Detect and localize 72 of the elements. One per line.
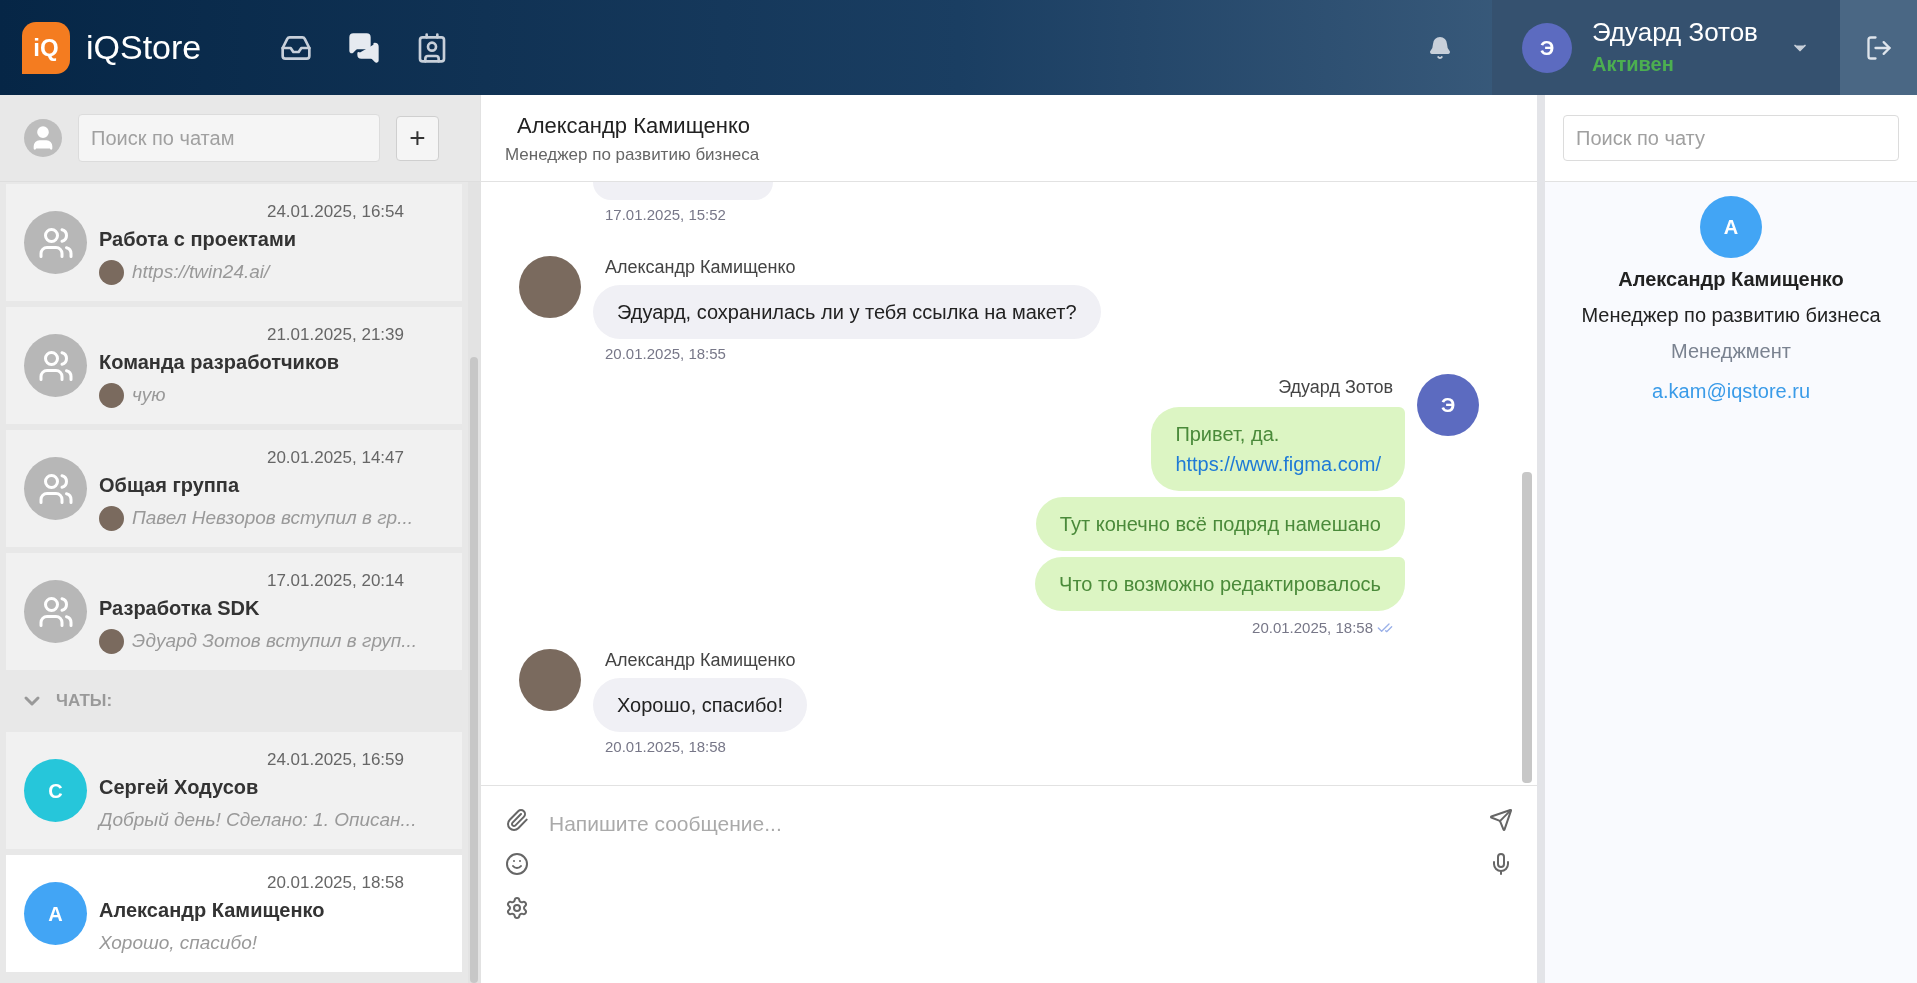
message-time: 17.01.2025, 15:52: [605, 205, 727, 225]
user-avatar: Э: [1417, 373, 1479, 436]
last-message-preview: Эдуард Зотов вступил в груп...: [132, 629, 418, 653]
chat-date: 20.01.2025, 14:47: [266, 446, 404, 469]
chat-item[interactable]: А 20.01.2025, 18:58 Александр Камищенко Хорошо, спасибо!: [6, 855, 462, 972]
photo-placeholder: [99, 628, 124, 654]
search-field[interactable]: Поиск по чату: [1563, 115, 1899, 161]
attach-icon[interactable]: [505, 808, 529, 832]
profile-icon: [24, 119, 62, 157]
chat-icon[interactable]: [348, 31, 380, 64]
message-text: Что то возможно редактировалось: [1059, 571, 1381, 597]
chat-name: Разработка SDK: [99, 596, 261, 621]
user-avatar: Э: [1522, 22, 1572, 73]
message-bubble: Эдуард, сохранилась ли у тебя ссылка на макет?: [593, 285, 1101, 339]
chat-date: 24.01.2025, 16:54: [266, 200, 404, 223]
message-link[interactable]: https://www.figma.com/: [1175, 448, 1381, 479]
send-icon[interactable]: [1489, 808, 1513, 832]
chat-date: 17.01.2025, 20:14: [266, 569, 404, 592]
message-text: Тут конечно всё подряд намешано: [1059, 511, 1381, 537]
message-input[interactable]: Напишите сообщение...: [549, 808, 1469, 840]
message-time: 20.01.2025, 18:55: [605, 344, 727, 364]
chat-title: Александр Камищенко: [517, 111, 751, 140]
chat-item[interactable]: С 24.01.2025, 16:59 Сергей Ходусов Добрый день! Сделано: 1. Описан...: [6, 732, 462, 849]
add-button[interactable]: +: [396, 115, 439, 161]
last-message-preview: чую: [132, 383, 166, 407]
chat-subtitle: Менеджер по развитию бизнеса: [505, 143, 761, 166]
chat-date: 21.01.2025, 21:39: [266, 323, 404, 346]
contact-avatar: А: [1700, 196, 1762, 258]
group-chat-item[interactable]: 17.01.2025, 20:14 Разработка SDK Эдуард Зотов вступил в груп...: [6, 553, 462, 670]
logo-icon: iQ: [22, 21, 70, 74]
chat-name: Команда разработчиков: [99, 350, 341, 375]
last-message-preview: Добрый день! Сделано: 1. Описан...: [99, 808, 418, 832]
emoji-icon[interactable]: [505, 852, 529, 876]
scrollbar-thumb[interactable]: [470, 357, 478, 983]
group-chat-item[interactable]: 24.01.2025, 16:54 Работа с проектами https://twin24.ai/: [6, 184, 462, 301]
contact-position: Менеджер по развитию бизнеса: [1581, 303, 1881, 328]
chat-name: Общая группа: [99, 473, 241, 498]
settings-icon[interactable]: [505, 896, 529, 920]
contact-name: Александр Камищенко: [1618, 267, 1844, 292]
sender-name: Александр Камищенко: [605, 256, 797, 279]
user-status: Активен: [1592, 51, 1675, 77]
contact-department: Менеджмент: [1671, 339, 1791, 364]
message-bubble: Хорошо, спасибо!: [593, 678, 808, 732]
contact-avatar: С: [24, 759, 87, 822]
sender-name: Александр Камищенко: [605, 649, 797, 672]
contact-avatar: А: [24, 882, 87, 945]
chat-date: 20.01.2025, 18:58: [266, 871, 404, 894]
last-message-preview: https://twin24.ai/: [132, 260, 270, 284]
search-field[interactable]: Поиск по чатам: [78, 114, 380, 162]
last-message-preview: Павел Невзоров вступил в гр...: [132, 506, 413, 530]
chat-name: Александр Камищенко: [99, 898, 326, 923]
last-message-preview: Хорошо, спасибо!: [99, 931, 258, 955]
contacts-icon[interactable]: [416, 31, 448, 64]
app-name: iQStore: [86, 27, 202, 68]
user-name: Эдуард Зотов: [1592, 16, 1758, 49]
message-text: Привет, да.: [1175, 421, 1281, 447]
photo-placeholder: [99, 382, 124, 408]
sender-name: Эдуард Зотов: [1278, 375, 1393, 399]
logout-icon: [1864, 33, 1893, 62]
group-chat-item[interactable]: 20.01.2025, 14:47 Общая группа Павел Невзоров вступил в гр...: [6, 430, 462, 547]
chat-name: Работа с проектами: [99, 227, 298, 252]
logout-button[interactable]: [1840, 0, 1917, 95]
user-menu[interactable]: Э Эдуард Зотов Активен: [1492, 0, 1840, 95]
photo-placeholder: [99, 259, 124, 285]
message-time: 20.01.2025, 18:58: [605, 737, 727, 757]
scrollbar-thumb[interactable]: [1522, 472, 1532, 783]
photo-placeholder: [99, 505, 124, 531]
message-time: 20.01.2025, 18:58: [1252, 617, 1373, 638]
notification-bell-icon[interactable]: [1428, 35, 1452, 60]
group-chat-item[interactable]: 21.01.2025, 21:39 Команда разработчиков чую: [6, 307, 462, 424]
chat-name: Сергей Ходусов: [99, 775, 260, 800]
chat-date: 24.01.2025, 16:59: [266, 748, 404, 771]
